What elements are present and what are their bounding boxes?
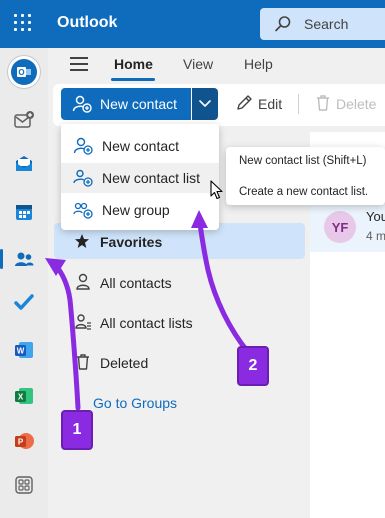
folder-all-contacts[interactable]: All contacts xyxy=(100,275,172,291)
people-list-icon xyxy=(75,314,91,330)
todo-icon[interactable] xyxy=(8,286,40,318)
tab-help[interactable]: Help xyxy=(244,56,273,72)
svg-text:X: X xyxy=(18,393,24,402)
menu-item-new-group[interactable]: New group xyxy=(61,195,219,225)
apps-icon[interactable] xyxy=(8,469,40,501)
menu-item-label: New group xyxy=(102,202,170,218)
excel-icon[interactable]: X xyxy=(8,380,40,412)
contact-row-detail: 4 m xyxy=(366,229,385,243)
svg-text:O: O xyxy=(18,68,24,77)
edit-button[interactable]: Edit xyxy=(258,96,282,112)
new-contact-label: New contact xyxy=(100,96,178,112)
app-launcher-icon[interactable] xyxy=(14,14,34,34)
outlook-icon[interactable]: O xyxy=(8,56,40,88)
star-icon xyxy=(75,234,89,248)
new-contact-button[interactable]: New contact xyxy=(61,88,191,120)
contact-row-name: You xyxy=(366,209,385,224)
trash-icon xyxy=(77,354,89,370)
delete-button: Delete xyxy=(336,96,377,112)
new-mail-icon[interactable] xyxy=(8,104,40,136)
add-people-icon xyxy=(73,169,93,187)
hamburger-menu-icon[interactable] xyxy=(70,57,88,71)
people-icon[interactable] xyxy=(0,243,40,275)
svg-text:P: P xyxy=(18,438,24,447)
app-title: Outlook xyxy=(57,14,118,31)
add-person-icon xyxy=(73,137,93,155)
active-tab-indicator xyxy=(111,78,155,81)
pencil-icon[interactable] xyxy=(234,93,254,113)
menu-item-new-contact-list[interactable]: New contact list xyxy=(61,163,219,193)
person-icon xyxy=(76,273,90,290)
tooltip-title: New contact list (Shift+L) xyxy=(239,155,367,167)
mail-icon[interactable] xyxy=(8,148,40,180)
add-person-icon xyxy=(72,95,92,113)
favorites-label: Favorites xyxy=(100,234,163,250)
menu-item-label: New contact xyxy=(102,138,180,154)
chevron-down-icon xyxy=(199,100,211,107)
top-bar: Outlook Search xyxy=(0,0,385,48)
mouse-cursor-icon xyxy=(210,180,223,200)
svg-text:W: W xyxy=(17,347,25,356)
tooltip-description: Create a new contact list. xyxy=(239,186,369,198)
folder-all-contact-lists[interactable]: All contact lists xyxy=(100,315,193,331)
word-icon[interactable]: W xyxy=(8,334,40,366)
new-contact-dropdown-button[interactable] xyxy=(192,88,218,120)
new-contact-menu: New contact New contact list New group xyxy=(61,124,219,230)
search-icon xyxy=(275,16,291,32)
calendar-icon[interactable] xyxy=(8,196,40,228)
search-placeholder: Search xyxy=(304,16,349,32)
add-group-icon xyxy=(73,202,93,219)
annotation-callout-2: 2 xyxy=(237,346,269,386)
powerpoint-icon[interactable]: P xyxy=(8,425,40,457)
search-box[interactable]: Search xyxy=(260,8,385,40)
trash-icon xyxy=(317,95,329,111)
folder-deleted[interactable]: Deleted xyxy=(100,355,148,371)
menu-item-new-contact[interactable]: New contact xyxy=(61,131,219,161)
avatar[interactable]: YF xyxy=(324,211,356,243)
tab-view[interactable]: View xyxy=(183,56,213,72)
tab-home[interactable]: Home xyxy=(114,56,153,72)
go-to-groups-link[interactable]: Go to Groups xyxy=(93,395,177,411)
annotation-callout-1: 1 xyxy=(61,410,93,450)
ribbon-divider xyxy=(298,94,299,114)
menu-item-label: New contact list xyxy=(102,170,201,186)
tooltip: New contact list (Shift+L) Create a new … xyxy=(226,147,385,205)
